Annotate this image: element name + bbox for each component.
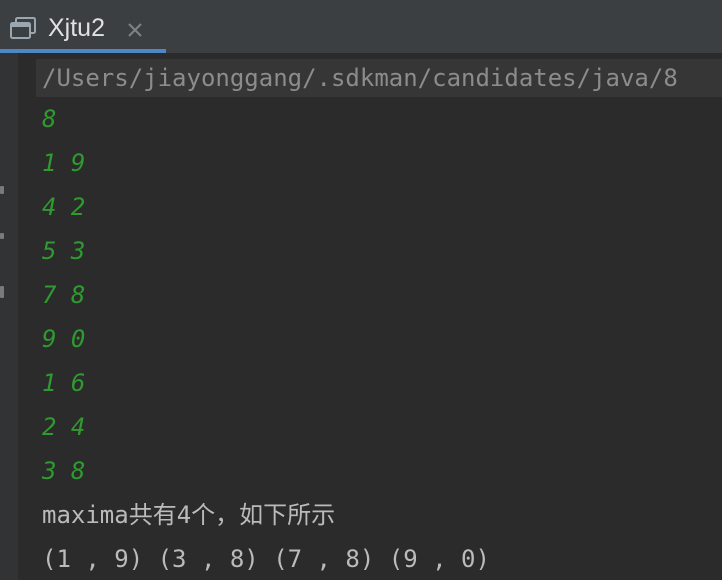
console-window-icon — [10, 17, 36, 39]
console-input-line: 1 9 — [42, 149, 86, 177]
left-gutter — [0, 53, 18, 580]
gutter-marker — [0, 186, 4, 194]
console-input-line: 2 4 — [42, 413, 86, 441]
console-output-line: (1 , 9) (3 , 8) (7 , 8) (9 , 0) — [42, 545, 490, 573]
tab-bar: Xjtu2 — [0, 0, 722, 53]
console-input-line: 3 8 — [42, 457, 86, 485]
tab-title: Xjtu2 — [48, 14, 105, 42]
console-input-line: 9 0 — [42, 325, 86, 353]
console-input-line: 8 — [42, 105, 57, 133]
console-input-line: 4 2 — [42, 193, 86, 221]
gutter-marker — [0, 233, 4, 239]
console-input-line: 1 6 — [42, 369, 86, 397]
console-output[interactable]: /Users/jiayonggang/.sdkman/candidates/ja… — [18, 53, 722, 580]
console-input-line: 7 8 — [42, 281, 86, 309]
close-icon[interactable] — [125, 20, 145, 40]
gutter-marker — [0, 286, 4, 298]
command-line-text: /Users/jiayonggang/.sdkman/candidates/ja… — [42, 64, 678, 92]
tab-xjtu2[interactable]: Xjtu2 — [0, 0, 166, 53]
console-output-line: maxima共有4个，如下所示 — [42, 501, 336, 529]
console-input-line: 5 3 — [42, 237, 86, 265]
run-console-window: Xjtu2 /Users/jiayonggang/.sdkman/candida… — [0, 0, 722, 580]
